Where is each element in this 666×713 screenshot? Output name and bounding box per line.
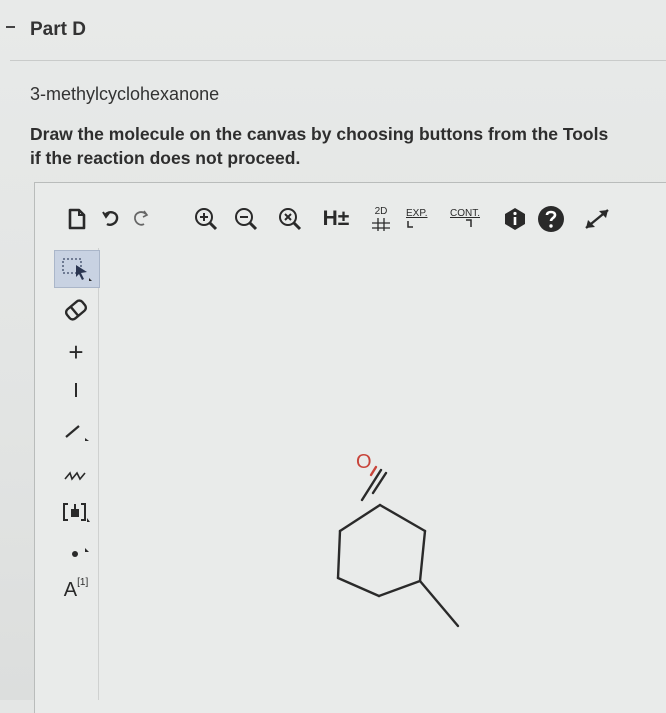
ring-bond-5 [336,529,342,580]
screen: Part D 3-methylcyclohexanone Draw the mo… [0,0,666,713]
marquee-select-icon [62,258,92,281]
contract-button[interactable]: CONT. [450,204,484,234]
minus-icon [75,383,77,397]
radical-tool-button[interactable] [54,534,98,570]
ring-bond-2 [418,529,427,583]
bullet-marker [6,26,15,28]
ring-bond-4 [336,576,381,598]
bond-c-o-double-3 [371,471,388,495]
clean-2d-button[interactable]: 2D [368,204,394,234]
info-icon [505,208,525,230]
zoom-reset-icon [279,208,302,231]
select-tool-button[interactable] [54,250,100,288]
decrease-charge-button[interactable] [54,372,98,408]
contract-label: CONT. [450,208,480,219]
section-divider [10,60,666,61]
eraser-icon [64,299,88,321]
atom-map-label: A [63,578,78,601]
contract-icon [466,219,472,227]
fullscreen-button[interactable] [580,204,614,234]
tool-sidebar: + A [1] [54,248,100,700]
zoom-in-button[interactable] [192,204,220,234]
redo-button[interactable] [128,204,154,234]
expand-label: EXP. [406,208,428,219]
radical-dot-icon [72,548,89,557]
new-document-button[interactable] [64,204,90,234]
eraser-tool-button[interactable] [54,292,98,328]
cyclohexanone-structure [336,465,460,628]
single-bond-icon [65,425,89,441]
part-title: Part D [30,19,86,40]
atom-map-index: [1] [77,576,89,588]
template-bracket-icon [63,503,90,522]
info-button[interactable] [502,204,528,234]
chain-tool-button[interactable] [54,456,98,492]
clean-2d-icon [372,218,390,231]
drawing-canvas[interactable]: O [98,248,666,700]
expand-button[interactable]: EXP. [406,204,438,234]
increase-charge-button[interactable]: + [54,334,98,370]
atom-map-tool-button[interactable]: A [1] [54,572,98,608]
fullscreen-expand-icon [585,209,609,229]
molecule-drawing: O [336,451,460,628]
help-icon [538,206,564,232]
oxygen-atom-label: O [356,451,372,473]
ring-bond-1 [378,503,427,533]
methyl-bond [418,579,460,628]
instructions-line-2: if the reaction does not proceed. [30,148,301,168]
chain-icon [64,471,86,481]
zoom-out-icon [235,208,258,231]
zoom-in-icon [195,208,218,231]
help-button[interactable] [536,204,566,234]
template-tool-button[interactable] [54,494,98,530]
instructions: Draw the molecule on the canvas by choos… [30,122,666,170]
redo-icon [134,210,149,226]
undo-icon [102,211,119,226]
ring-bond-6 [338,503,382,533]
new-document-icon [68,208,86,230]
editor-toolbar: H± 2D EXP. CONT. [34,196,666,246]
instructions-line-1: Draw the molecule on the canvas by choos… [30,124,609,144]
molecule-name: 3-methylcyclohexanone [30,84,220,104]
undo-button[interactable] [98,204,124,234]
ring-bond-3 [377,579,422,598]
hydrogen-toggle-button[interactable]: H± [319,204,353,234]
bond-c-o-double-2 [369,465,378,477]
zoom-out-button[interactable] [232,204,260,234]
single-bond-tool-button[interactable] [54,414,98,450]
clean-2d-label: 2D [374,206,388,217]
zoom-reset-button[interactable] [276,204,304,234]
expand-icon [407,221,413,228]
